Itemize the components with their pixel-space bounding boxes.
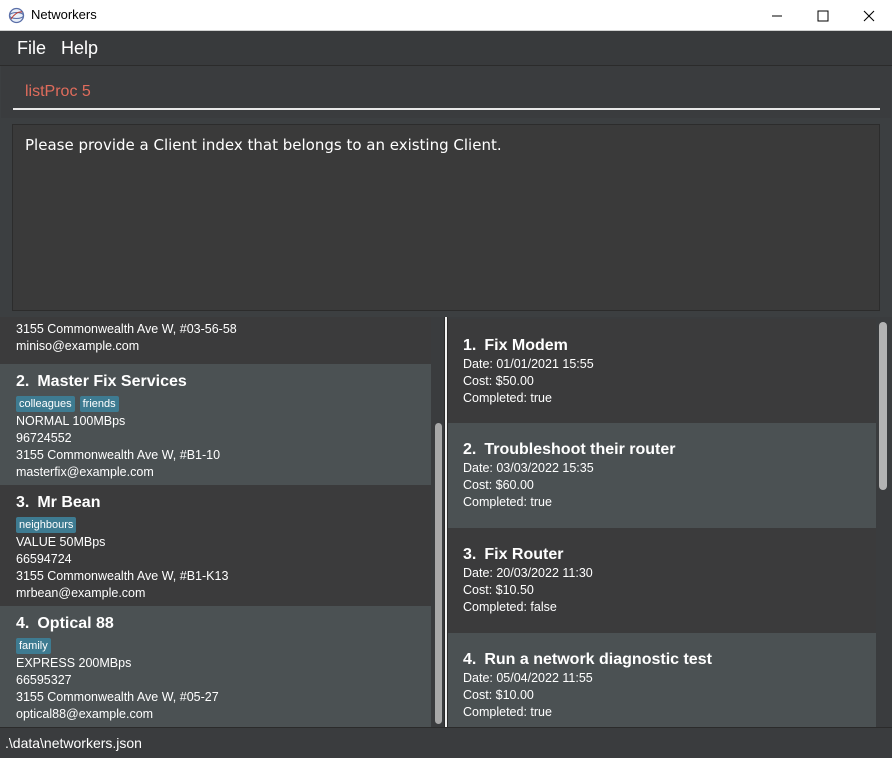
minimize-icon — [772, 15, 782, 17]
task-list-scroll-thumb[interactable] — [879, 322, 887, 490]
task-index: 2. — [463, 441, 477, 458]
client-name-text: Master Fix Services — [37, 373, 187, 390]
client-tags: family — [16, 636, 431, 655]
client-address: 3155 Commonwealth Ave W, #B1-K13 — [16, 569, 229, 583]
client-phone: 96724552 — [16, 431, 72, 445]
task-card[interactable]: 3. Fix Router Date: 20/03/2022 11:30 Cost… — [448, 528, 876, 633]
client-tags: neighbours — [16, 515, 431, 534]
task-index: 4. — [463, 651, 477, 668]
task-date: Date: 05/04/2022 11:55 — [463, 671, 593, 685]
client-email: mrbean@example.com — [16, 586, 146, 600]
client-card[interactable]: 4. Optical 88 family EXPRESS 200MBps 6659… — [0, 606, 431, 727]
client-plan: NORMAL 100MBps — [16, 414, 126, 428]
task-title: 4. Run a network diagnostic test — [463, 650, 876, 670]
task-title-text: Troubleshoot their router — [484, 441, 676, 458]
command-input[interactable] — [13, 76, 880, 110]
task-title: 2. Troubleshoot their router — [463, 440, 876, 460]
client-name: 4. Optical 88 — [16, 614, 431, 634]
client-card-partial[interactable]: 65703251 3155 Commonwealth Ave W, #03-56… — [0, 317, 431, 364]
app-logo-icon — [8, 7, 25, 24]
client-name-text: Optical 88 — [37, 615, 114, 632]
close-icon — [863, 10, 875, 22]
client-address: 3155 Commonwealth Ave W, #03-56-58 — [16, 322, 237, 336]
client-email: optical88@example.com — [16, 707, 154, 721]
task-list-panel[interactable]: 1. Fix Modem Date: 01/01/2021 15:55 Cost:… — [448, 317, 892, 727]
task-completed: Completed: false — [463, 600, 557, 614]
client-index: 2. — [16, 373, 30, 390]
maximize-icon — [817, 10, 829, 22]
task-title-text: Fix Router — [484, 546, 564, 563]
task-completed: Completed: true — [463, 705, 552, 719]
client-plan: EXPRESS 200MBps — [16, 656, 132, 670]
save-file-path: .\data\networkers.json — [5, 735, 142, 751]
client-name: 2. Master Fix Services — [16, 372, 431, 392]
client-tag: friends — [79, 396, 119, 412]
client-tag: neighbours — [16, 517, 77, 533]
menu-help[interactable]: Help — [61, 38, 98, 59]
task-index: 1. — [463, 337, 477, 354]
close-button[interactable] — [846, 0, 892, 31]
client-plan: VALUE 50MBps — [16, 535, 106, 549]
client-email: masterfix@example.com — [16, 465, 154, 479]
client-phone: 66594724 — [16, 552, 72, 566]
client-address: 3155 Commonwealth Ave W, #05-27 — [16, 690, 219, 704]
status-bar: .\data\networkers.json — [0, 727, 892, 758]
menu-bar: File Help — [0, 31, 892, 66]
task-title: 1. Fix Modem — [463, 336, 876, 356]
task-card[interactable]: 4. Run a network diagnostic test Date: 05… — [448, 633, 876, 727]
client-list-panel[interactable]: 65703251 3155 Commonwealth Ave W, #03-56… — [0, 317, 444, 727]
client-name-text: Mr Bean — [37, 494, 101, 511]
client-card[interactable]: 2. Master Fix Services colleagues friends … — [0, 364, 431, 485]
client-name: 3. Mr Bean — [16, 493, 431, 513]
task-completed: Completed: true — [463, 495, 552, 509]
task-title-text: Fix Modem — [484, 337, 568, 354]
menu-file[interactable]: File — [17, 38, 46, 59]
client-tags: colleagues friends — [16, 394, 431, 413]
panel-divider-line — [445, 317, 447, 727]
maximize-button[interactable] — [800, 0, 846, 31]
task-cost: Cost: $60.00 — [463, 478, 534, 492]
task-card[interactable]: 1. Fix Modem Date: 01/01/2021 15:55 Cost:… — [448, 319, 876, 423]
client-tag: family — [16, 638, 51, 654]
task-cost: Cost: $10.50 — [463, 583, 534, 597]
window-title: Networkers — [31, 7, 97, 22]
task-date: Date: 03/03/2022 15:35 — [463, 461, 594, 475]
client-card[interactable]: 3. Mr Bean neighbours VALUE 50MBps 665947… — [0, 485, 431, 606]
task-date: Date: 20/03/2022 11:30 — [463, 566, 593, 580]
task-cost: Cost: $50.00 — [463, 374, 534, 388]
client-index: 3. — [16, 494, 30, 511]
window-titlebar: Networkers — [0, 0, 892, 31]
task-date: Date: 01/01/2021 15:55 — [463, 357, 594, 371]
task-completed: Completed: true — [463, 391, 552, 405]
client-index: 4. — [16, 615, 30, 632]
task-title: 3. Fix Router — [463, 545, 876, 565]
result-display[interactable]: Please provide a Client index that belon… — [12, 124, 880, 311]
task-cost: Cost: $10.00 — [463, 688, 534, 702]
task-index: 3. — [463, 546, 477, 563]
task-title-text: Run a network diagnostic test — [484, 651, 712, 668]
task-card[interactable]: 2. Troubleshoot their router Date: 03/03/… — [448, 423, 876, 528]
client-phone: 66595327 — [16, 673, 72, 687]
client-tag: colleagues — [16, 396, 75, 412]
client-address: 3155 Commonwealth Ave W, #B1-10 — [16, 448, 221, 462]
client-email: miniso@example.com — [16, 339, 140, 353]
client-list-scroll-thumb[interactable] — [435, 423, 442, 724]
command-box — [1, 66, 891, 118]
minimize-button[interactable] — [754, 0, 800, 31]
